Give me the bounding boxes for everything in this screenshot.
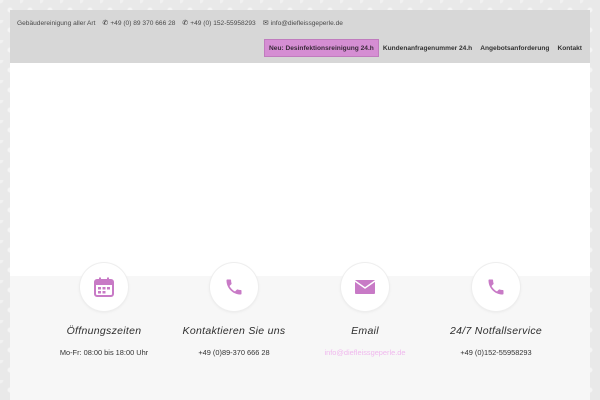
phone2-text: +49 (0) 152-55958293 [190,19,256,27]
feature-title: Öffnungszeiten [66,325,142,337]
feature-icon-circle [210,263,258,311]
phone-icon: ✆ [102,19,109,27]
email-contact[interactable]: ✉ info@diefleissgeperle.de [263,20,343,27]
phone1-contact[interactable]: ✆ +49 (0) 89 370 666 28 [102,20,175,27]
features-section: Öffnungszeiten Mo-Fr: 08:00 bis 18:00 Uh… [10,263,590,400]
envelope-icon: ✉ [262,19,269,27]
feature-title: Email [351,325,379,337]
email-text: info@diefleissgeperle.de [270,19,343,27]
hero-area [10,63,590,276]
feature-title: Kontaktieren Sie uns [182,325,286,337]
nav-item-desinfektionsreinigung[interactable]: Neu: Desinfektionsreinigung 24.h [264,39,379,57]
site-header: Gebäudereinigung aller Art ✆ +49 (0) 89 … [10,10,590,63]
nav-item-kontakt[interactable]: Kontakt [553,39,586,57]
feature-email-link[interactable]: info@diefleissgeperle.de [295,348,435,357]
feature-text: Mo-Fr: 08:00 bis 18:00 Uhr [59,348,149,357]
main-nav: Neu: Desinfektionsreinigung 24.h Kundena… [264,39,586,57]
phone-icon: ✆ [182,19,189,27]
calendar-icon [94,277,114,297]
phone1-text: +49 (0) 89 370 666 28 [110,19,176,27]
tagline: Gebäudereinigung aller Art [17,19,96,27]
feature-icon-circle [341,263,389,311]
nav-item-kundenanfragenummer[interactable]: Kundenanfragenummer 24.h [379,39,476,57]
feature-icon-circle [80,263,128,311]
page-frame: Gebäudereinigung aller Art ✆ +49 (0) 89 … [10,10,590,400]
feature-icon-circle [472,263,520,311]
feature-text[interactable]: +49 (0)152-55958293 [426,348,566,357]
feature-text[interactable]: +49 (0)89-370 666 28 [164,348,304,357]
feature-title: 24/7 Notfallservice [449,325,543,337]
phone-icon [226,279,242,295]
nav-item-angebotsanforderung[interactable]: Angebotsanforderung [476,39,553,57]
envelope-icon [354,280,376,294]
top-info-bar: Gebäudereinigung aller Art ✆ +49 (0) 89 … [17,17,343,29]
phone2-contact[interactable]: ✆ +49 (0) 152-55958293 [182,20,255,27]
phone-icon [488,279,504,295]
